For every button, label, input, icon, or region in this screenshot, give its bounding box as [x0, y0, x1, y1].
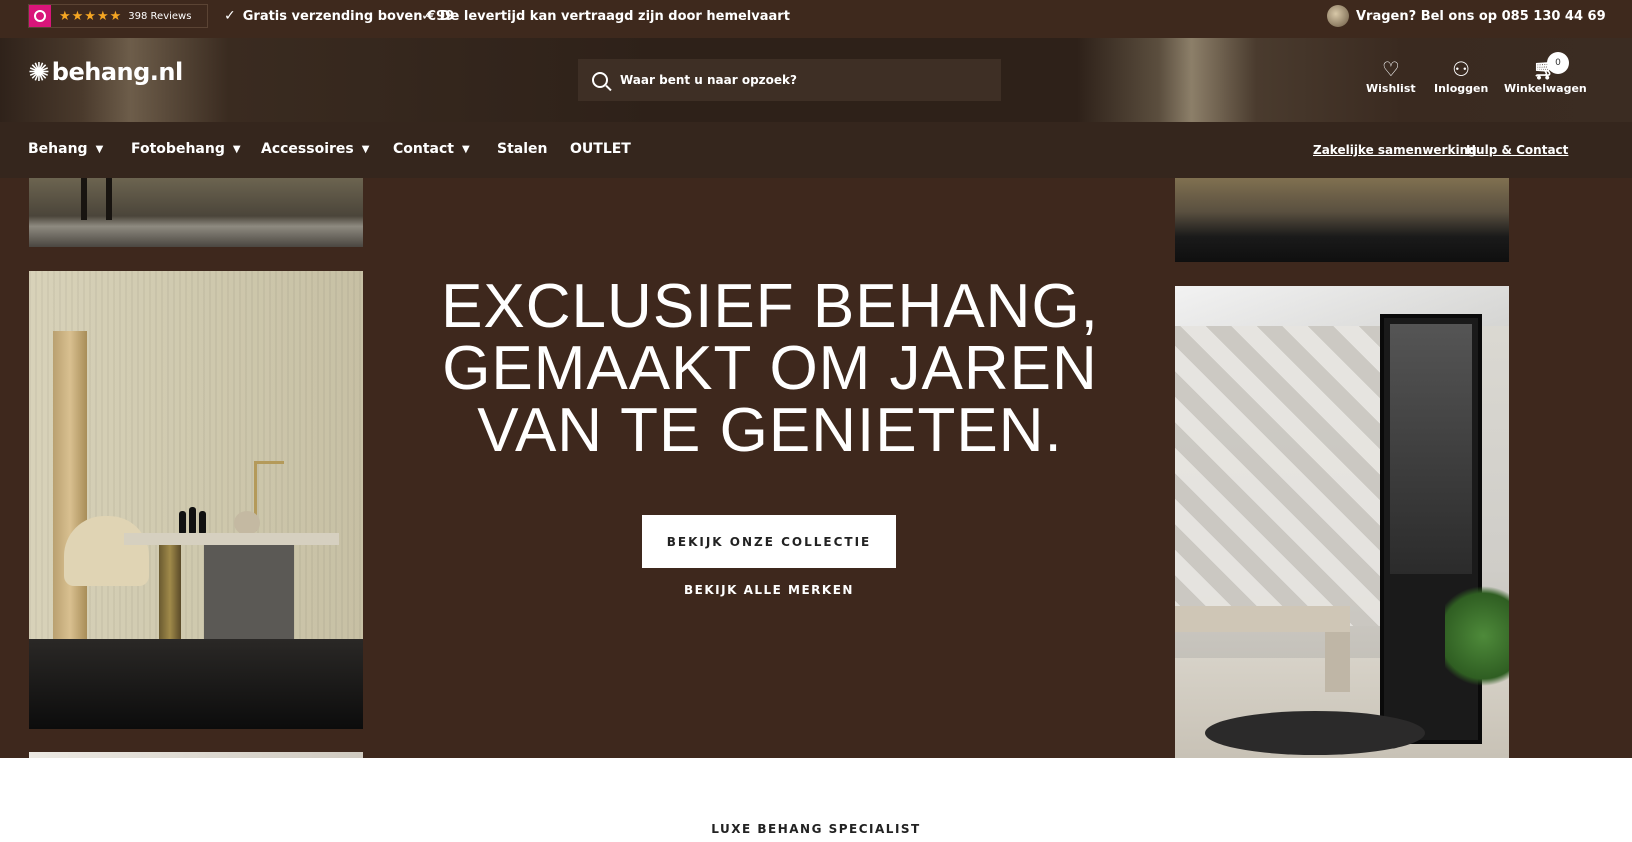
nav-label: Behang: [28, 141, 88, 157]
login-link[interactable]: ⚇ Inloggen: [1434, 58, 1488, 95]
bench-leg-shape: [1325, 632, 1350, 692]
shelf-shape: [53, 331, 87, 651]
chevron-down-icon: ▼: [232, 143, 241, 155]
chair-leg: [106, 178, 112, 220]
site-logo[interactable]: ✺ behang.nl: [28, 58, 183, 86]
help-contact-link[interactable]: Hulp & Contact: [1466, 143, 1568, 157]
nav-item-contact[interactable]: Contact ▼: [393, 141, 470, 157]
business-link[interactable]: Zakelijke samenwerking: [1313, 143, 1477, 157]
login-label: Inloggen: [1434, 82, 1489, 95]
nav-item-outlet[interactable]: OUTLET: [570, 141, 631, 157]
usp-text: De levertijd kan vertraagd zijn door hem…: [439, 8, 790, 24]
search-input[interactable]: [620, 73, 980, 87]
candle-shape: [179, 511, 186, 535]
chair-shape: [64, 516, 149, 586]
nav-item-accessoires[interactable]: Accessoires ▼: [261, 141, 369, 157]
desk-cabinet-shape: [204, 545, 294, 645]
plant-shape: [1445, 576, 1509, 696]
nav-label: Contact: [393, 141, 454, 157]
hero-image-desk-room: [29, 271, 363, 729]
headline-line: EXCLUSIEF BEHANG,: [441, 272, 1099, 341]
phone-text: Vragen? Bel ons op 085 130 44 69: [1356, 8, 1606, 24]
usp-delivery-notice: ✓ De levertijd kan vertraagd zijn door h…: [421, 8, 790, 24]
nav-label: Stalen: [497, 141, 548, 157]
heart-icon: ♡: [1381, 57, 1400, 81]
top-bar: ★★★★★ 398 Reviews ✓ Gratis verzending bo…: [0, 0, 1632, 38]
search-icon[interactable]: [592, 72, 608, 88]
search-bar[interactable]: [578, 59, 1001, 101]
headline-line: GEMAAKT OM JAREN: [442, 334, 1098, 403]
chevron-down-icon: ▼: [462, 143, 470, 155]
chevron-down-icon: ▼: [361, 143, 370, 155]
cart-count-badge: 0: [1547, 52, 1569, 74]
chair-leg: [81, 178, 87, 220]
hero-section: EXCLUSIEF BEHANG, GEMAAKT OM JAREN VAN T…: [0, 178, 1632, 758]
nav-label: OUTLET: [570, 141, 631, 157]
check-icon: ✓: [421, 8, 433, 24]
hero-image-hallway: [1175, 286, 1509, 758]
logo-text: behang.nl: [51, 58, 183, 86]
check-icon: ✓: [224, 8, 236, 24]
tree-logo-icon: ✺: [28, 58, 50, 88]
cart-label: Winkelwagen: [1504, 82, 1587, 95]
hero-headline: EXCLUSIEF BEHANG, GEMAAKT OM JAREN VAN T…: [400, 276, 1140, 462]
wishlist-label: Wishlist: [1366, 82, 1416, 95]
user-icon: ⚇: [1452, 57, 1471, 81]
hero-image-top-right: [1175, 178, 1509, 262]
chevron-down-icon: ▼: [95, 143, 104, 155]
section-eyebrow: LUXE BEHANG SPECIALIST: [711, 822, 921, 836]
rug-shape: [1205, 711, 1425, 755]
nav-item-stalen[interactable]: Stalen: [497, 141, 547, 157]
nav-item-fotobehang[interactable]: Fotobehang ▼: [131, 141, 241, 157]
usp-free-shipping: ✓ Gratis verzending boven €99: [224, 8, 454, 24]
floor-shape: [29, 639, 363, 729]
candle-shape: [189, 507, 196, 535]
wishlist-link[interactable]: ♡ Wishlist: [1366, 58, 1416, 95]
headline-line: VAN TE GENIETEN.: [477, 396, 1063, 465]
cart-link[interactable]: 🛒︎ Winkelwagen: [1504, 58, 1587, 95]
site-header: ✺ behang.nl ♡ Wishlist ⚇ Inloggen 🛒︎ Win…: [0, 38, 1632, 122]
view-collection-button[interactable]: BEKIJK ONZE COLLECTIE: [642, 515, 896, 568]
view-all-brands-link[interactable]: BEKIJK ALLE MERKEN: [642, 583, 896, 597]
nav-item-behang[interactable]: Behang ▼: [28, 141, 103, 157]
bench-shape: [1175, 606, 1350, 632]
hero-image-top-left: [29, 178, 363, 247]
nav-label: Accessoires: [261, 141, 354, 157]
kiyoh-logo-icon: [29, 5, 51, 27]
vase-shape: [234, 511, 260, 535]
nav-label: Fotobehang: [131, 141, 225, 157]
chevron-wallpaper-shape: [1175, 326, 1390, 626]
phone-contact[interactable]: Vragen? Bel ons op 085 130 44 69: [1327, 5, 1606, 27]
star-rating: ★★★★★: [59, 8, 123, 24]
intro-section: LUXE BEHANG SPECIALIST: [0, 758, 1632, 842]
candle-shape: [199, 511, 206, 535]
main-navigation: Behang ▼ Fotobehang ▼ Accessoires ▼ Cont…: [0, 122, 1632, 178]
desk-top-shape: [124, 533, 339, 545]
support-avatar: [1327, 5, 1349, 27]
review-widget[interactable]: ★★★★★ 398 Reviews: [28, 4, 208, 28]
review-count: 398 Reviews: [128, 10, 192, 22]
